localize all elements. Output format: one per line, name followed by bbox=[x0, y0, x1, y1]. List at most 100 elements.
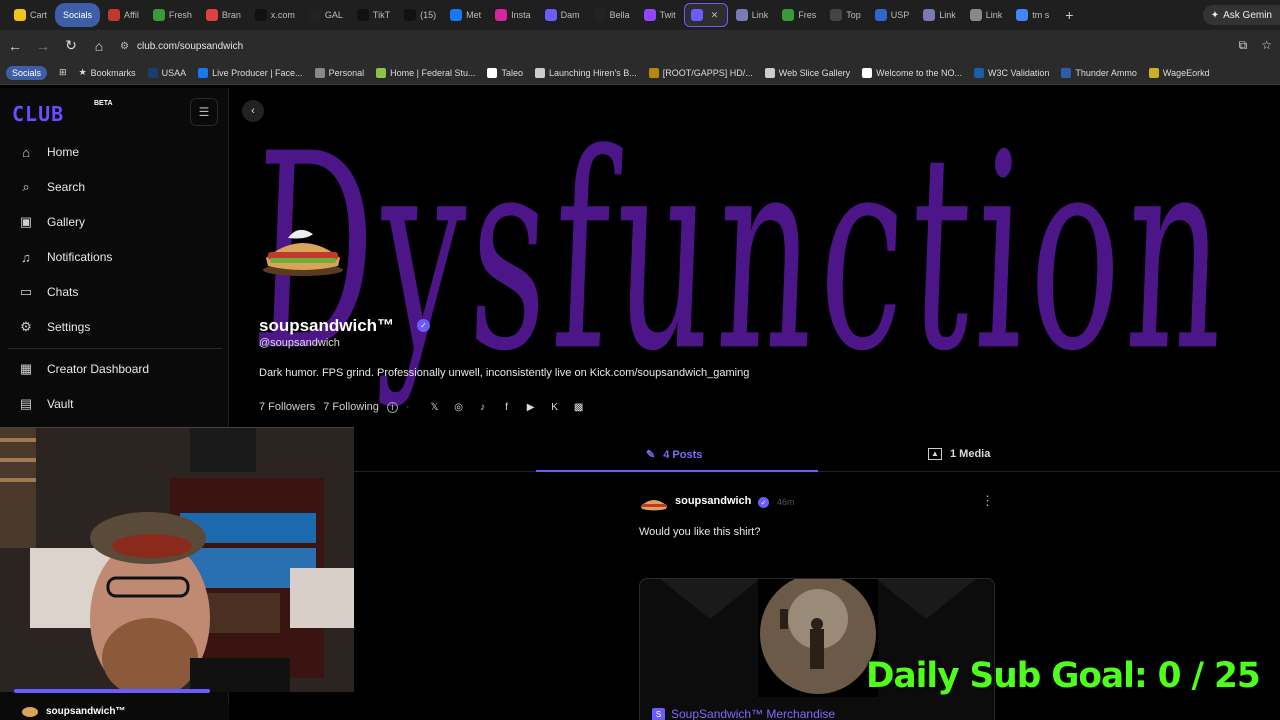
browser-tab[interactable]: Met bbox=[444, 3, 487, 27]
collapse-sidebar-button[interactable]: ‹ bbox=[242, 100, 264, 122]
sidebar-item-search[interactable]: ⌕ Search bbox=[18, 179, 85, 195]
ask-gemini-button[interactable]: ✦ Ask Gemin bbox=[1202, 5, 1280, 25]
footer-avatar bbox=[22, 706, 38, 717]
apps-grid-icon[interactable]: ⊞ bbox=[59, 67, 67, 78]
sidebar-item-home[interactable]: ⌂ Home bbox=[18, 144, 79, 160]
browser-tab[interactable]: ✕ bbox=[683, 3, 728, 27]
browser-tab[interactable]: (15) bbox=[398, 3, 442, 27]
bookmark-item[interactable]: Taleo bbox=[487, 67, 523, 78]
tab-favicon-icon bbox=[495, 9, 508, 21]
youtube-icon[interactable]: ▶ bbox=[524, 400, 538, 414]
browser-tab[interactable]: tm s bbox=[1010, 3, 1055, 27]
post-more-icon[interactable]: ⋮ bbox=[981, 493, 994, 509]
info-icon[interactable]: i bbox=[386, 401, 398, 413]
browser-tab[interactable]: Insta bbox=[489, 3, 537, 27]
tab-group-socials[interactable]: Socials bbox=[55, 3, 101, 27]
twitch-icon[interactable]: ▩ bbox=[572, 400, 586, 414]
sidebar-item-chats[interactable]: ▭ Chats bbox=[18, 284, 79, 300]
sidebar-item-creator-dashboard[interactable]: ▦ Creator Dashboard bbox=[18, 361, 149, 377]
sidebar-item-vault[interactable]: ▤ Vault bbox=[18, 396, 74, 412]
site-info-icon[interactable]: ⚙ bbox=[120, 41, 129, 52]
followers-link[interactable]: 7 Followers bbox=[259, 401, 315, 413]
tab-favicon-icon bbox=[205, 9, 218, 21]
kick-icon[interactable]: K bbox=[548, 400, 562, 414]
bookmark-item[interactable]: Welcome to the NO... bbox=[862, 67, 962, 78]
browser-tab[interactable]: Link bbox=[917, 3, 962, 27]
bookmark-item[interactable]: Personal bbox=[314, 67, 364, 78]
post-text: Would you like this shirt? bbox=[639, 526, 761, 538]
sidebar-account-footer[interactable]: soupsandwich™ bbox=[0, 703, 229, 720]
club-logo[interactable]: CLUB bbox=[12, 102, 64, 126]
browser-tab[interactable]: Link bbox=[730, 3, 775, 27]
bookmark-item[interactable]: ★ Bookmarks bbox=[79, 67, 136, 78]
bookmark-item[interactable]: WageEorkd bbox=[1148, 67, 1210, 78]
sidebar-item-settings[interactable]: ⚙ Settings bbox=[18, 319, 90, 335]
tab-favicon-icon bbox=[923, 9, 936, 21]
daily-sub-goal-overlay: Daily Sub Goal: 0 / 25 bbox=[866, 656, 1261, 696]
profile-handle: @soupsandwich bbox=[259, 337, 340, 349]
bookmark-group-socials[interactable]: Socials bbox=[6, 65, 48, 80]
install-app-icon[interactable]: ⧉ bbox=[1239, 38, 1248, 53]
sidebar-item-gallery[interactable]: ▣ Gallery bbox=[18, 214, 85, 230]
bookmark-item[interactable]: W3C Validation bbox=[974, 67, 1050, 78]
tab-favicon-icon bbox=[152, 9, 165, 21]
browser-tab[interactable]: TikT bbox=[351, 3, 396, 27]
bookmark-item[interactable]: Home | Federal Stu... bbox=[376, 67, 475, 78]
bookmark-label: Launching Hiren's B... bbox=[548, 67, 637, 78]
merch-link[interactable]: S SoupSandwich™ Merchandise bbox=[652, 707, 835, 720]
bookmark-item[interactable]: Live Producer | Face... bbox=[198, 67, 303, 78]
chat-icon: ▭ bbox=[19, 284, 33, 299]
following-link[interactable]: 7 Following bbox=[323, 401, 379, 413]
tiktok-icon[interactable]: ♪ bbox=[476, 400, 490, 414]
browser-tab[interactable]: Affil bbox=[102, 3, 145, 27]
browser-tab[interactable]: Fres bbox=[776, 3, 822, 27]
instagram-icon[interactable]: ◎ bbox=[452, 400, 466, 414]
gallery-icon: ▣ bbox=[19, 214, 33, 229]
tab-label: Met bbox=[466, 10, 482, 20]
x-icon[interactable]: 𝕏 bbox=[428, 400, 442, 414]
address-bar[interactable]: ⚙ club.com/soupsandwich bbox=[112, 34, 1212, 58]
sidebar-item-notifications[interactable]: ♫ Notifications bbox=[18, 249, 112, 265]
reload-icon[interactable]: ↻ bbox=[58, 33, 84, 59]
bookmark-item[interactable]: Launching Hiren's B... bbox=[534, 67, 637, 78]
new-tab-icon[interactable]: + bbox=[1057, 7, 1081, 23]
home-browser-icon[interactable]: ⌂ bbox=[86, 33, 112, 59]
browser-tab[interactable]: Link bbox=[964, 3, 1009, 27]
menu-toggle-button[interactable]: ☰ bbox=[190, 98, 218, 126]
browser-tab[interactable]: x.com bbox=[249, 3, 301, 27]
post-author-avatar[interactable] bbox=[639, 492, 669, 512]
bookmark-favicon-icon bbox=[764, 67, 775, 78]
sidebar-item-label: Search bbox=[47, 180, 86, 194]
bookmark-star-icon[interactable]: ☆ bbox=[1261, 38, 1272, 53]
vault-icon: ▤ bbox=[19, 396, 33, 411]
browser-tab[interactable]: Twit bbox=[638, 3, 682, 27]
tab-posts[interactable]: ✎ 4 Posts bbox=[646, 448, 702, 462]
browser-tab[interactable]: Cart bbox=[8, 3, 53, 27]
tab-label: Fres bbox=[798, 10, 817, 20]
browser-tab[interactable]: Bella bbox=[588, 3, 636, 27]
bookmark-item[interactable]: Web Slice Gallery bbox=[764, 67, 850, 78]
close-tab-icon[interactable]: ✕ bbox=[711, 10, 719, 21]
back-arrow-icon[interactable]: ← bbox=[2, 33, 28, 59]
footer-username: soupsandwich™ bbox=[46, 706, 126, 717]
bookmark-item[interactable]: Thunder Ammo bbox=[1061, 67, 1137, 78]
post-link-card[interactable]: S SoupSandwich™ Merchandise bbox=[639, 578, 995, 720]
gemini-icon: ✦ bbox=[1210, 9, 1220, 21]
bookmark-item[interactable]: [ROOT/GAPPS] HD/... bbox=[648, 67, 753, 78]
bookmark-label: W3C Validation bbox=[988, 67, 1050, 78]
browser-tab[interactable]: Top bbox=[824, 3, 867, 27]
forward-arrow-icon[interactable]: → bbox=[30, 33, 56, 59]
tab-media[interactable]: ▲ 1 Media bbox=[928, 448, 990, 460]
post-author[interactable]: soupsandwich bbox=[675, 495, 751, 507]
browser-tab[interactable]: GAL bbox=[303, 3, 349, 27]
tab-favicon-icon bbox=[690, 9, 703, 21]
browser-tab[interactable]: Bran bbox=[200, 3, 247, 27]
social-links: 𝕏 ◎ ♪ f ▶ K ▩ bbox=[418, 400, 586, 414]
address-bar-url: club.com/soupsandwich bbox=[136, 40, 244, 52]
browser-tab[interactable]: USP bbox=[869, 3, 916, 27]
bookmark-item[interactable]: USAA bbox=[147, 67, 186, 78]
facebook-icon[interactable]: f bbox=[500, 400, 514, 414]
beta-badge: BETA bbox=[94, 100, 113, 107]
browser-tab[interactable]: Dam bbox=[539, 3, 586, 27]
browser-tab[interactable]: Fresh bbox=[147, 3, 198, 27]
